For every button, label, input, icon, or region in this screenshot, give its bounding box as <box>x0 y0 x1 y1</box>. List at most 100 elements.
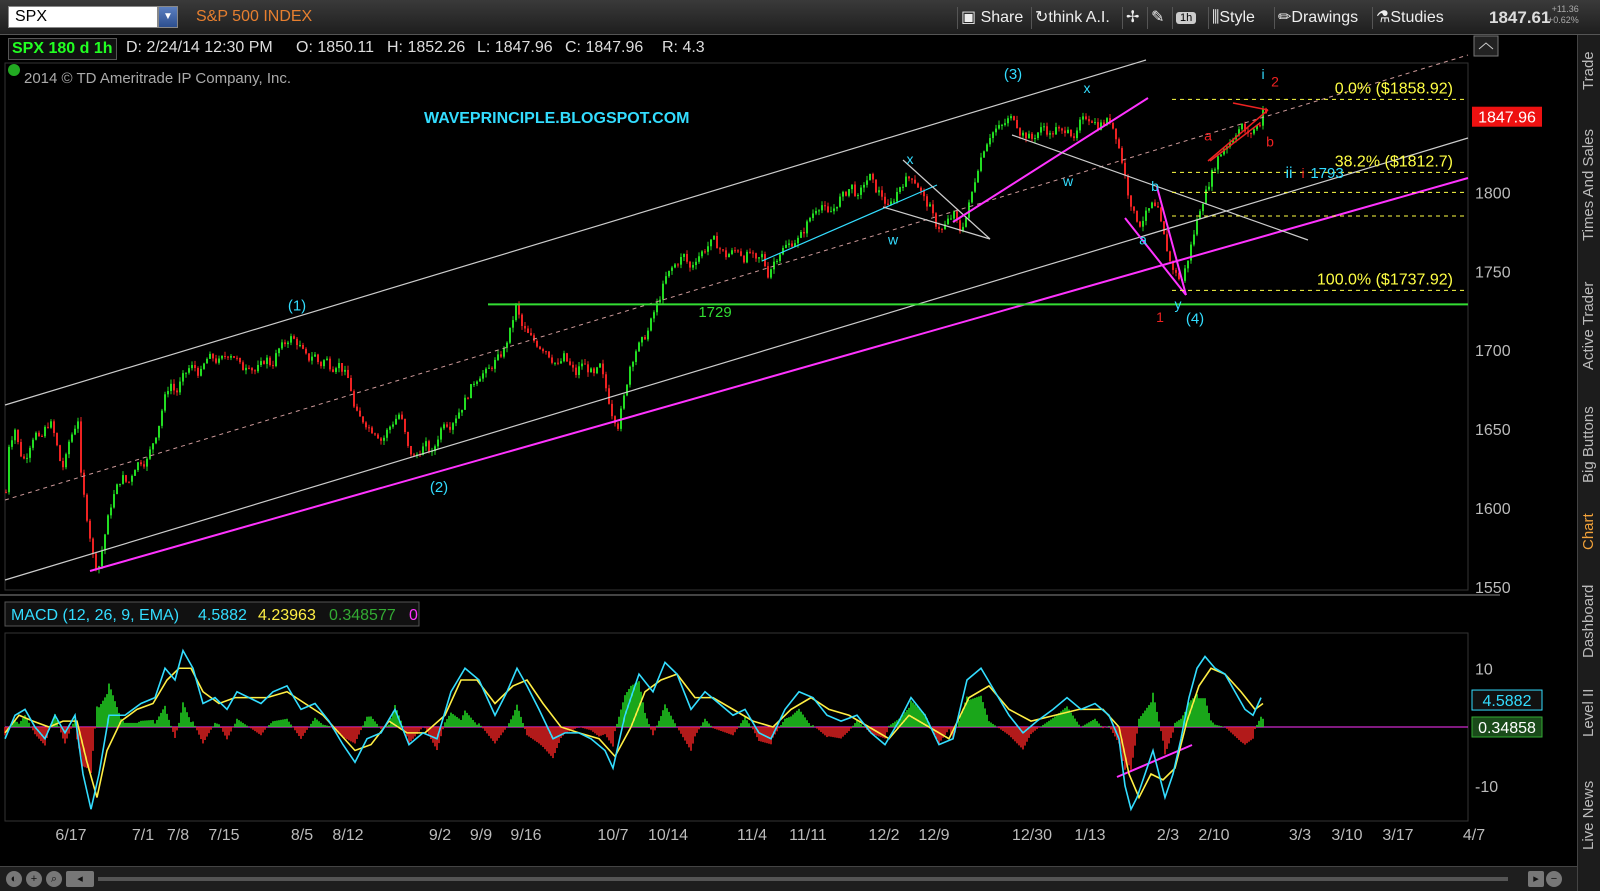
price-candle <box>1130 195 1132 207</box>
tab-dashboard[interactable]: Dashboard <box>1580 575 1600 667</box>
scroll-right-icon[interactable]: ▸ <box>1528 871 1544 887</box>
wave-label: 1793 <box>1310 165 1343 182</box>
price-candle <box>1037 132 1039 139</box>
tab-level-ii[interactable]: Level II <box>1580 681 1600 745</box>
price-candle <box>452 423 454 430</box>
symbol-dropdown-chevron-icon[interactable]: ▼ <box>158 6 178 28</box>
drawings-button[interactable]: ✏Drawings <box>1274 7 1361 29</box>
tab-big-buttons[interactable]: Big Buttons <box>1580 395 1600 495</box>
price-candle <box>122 475 124 484</box>
price-candle <box>680 257 682 265</box>
price-candle <box>602 363 604 375</box>
studies-label: Studies <box>1390 9 1444 26</box>
price-candle <box>269 357 271 366</box>
watermark-text: WAVEPRINCIPLE.BLOGSPOT.COM <box>424 110 690 127</box>
price-candle <box>353 391 355 407</box>
price-candle <box>191 365 193 369</box>
price-candle <box>917 183 919 188</box>
studies-button[interactable]: ⚗Studies <box>1372 7 1447 29</box>
price-candle <box>803 231 805 234</box>
price-candle <box>551 357 553 363</box>
price-candle <box>755 253 757 259</box>
share-button[interactable]: ▣ Share <box>957 7 1026 29</box>
tab-active-trader[interactable]: Active Trader <box>1580 271 1600 381</box>
info-icon[interactable] <box>8 64 20 76</box>
price-candle <box>845 191 847 196</box>
price-candle <box>587 364 589 373</box>
price-candle <box>506 342 508 348</box>
think-ai-button[interactable]: ↻think A.I. <box>1031 7 1113 29</box>
tab-trade[interactable]: Trade <box>1580 41 1600 101</box>
macd-label[interactable]: MACD (12, 26, 9, EMA) <box>11 607 179 624</box>
price-candle <box>839 196 841 207</box>
price-candle <box>545 351 547 353</box>
price-candle <box>818 210 820 212</box>
price-candle <box>332 369 334 372</box>
price-candle <box>1241 123 1243 130</box>
price-candle <box>326 358 328 361</box>
price-candle <box>89 520 91 539</box>
chart-canvas[interactable]: 0.0% ($1858.92) 38.2% ($1812.7) 100.0% ($1… <box>0 35 1577 866</box>
price-candle <box>554 362 556 364</box>
symbol-input[interactable]: SPX <box>8 6 158 28</box>
price-candle <box>683 253 685 258</box>
price-candle <box>443 424 445 429</box>
scrollbar-track[interactable] <box>98 877 1508 881</box>
price-candle <box>896 192 898 202</box>
price-candle <box>590 368 592 373</box>
style-button[interactable]: ⫼Style <box>1208 7 1258 29</box>
price-candle <box>1082 116 1084 120</box>
price-candle <box>173 383 175 391</box>
tab-times-and-sales[interactable]: Times And Sales <box>1580 115 1600 255</box>
scroll-left-icon[interactable]: ◂ <box>66 871 94 887</box>
price-candle <box>398 414 400 419</box>
timeframe-button[interactable]: 1h <box>1172 7 1199 29</box>
price-candle <box>149 449 151 459</box>
price-candle <box>677 264 679 266</box>
price-axis-tick: 1800 <box>1475 185 1511 202</box>
price-candle <box>317 354 319 363</box>
time-axis-tick: 9/9 <box>470 827 492 844</box>
zoom-in-icon[interactable]: + <box>26 871 42 887</box>
drawing-tools-icon[interactable]: ◐ <box>6 871 22 887</box>
crosshair-tool-button[interactable]: ✢ <box>1122 7 1142 29</box>
price-candle <box>374 433 376 435</box>
price-candle <box>1058 127 1060 129</box>
price-candle <box>665 276 667 284</box>
price-candle <box>464 397 466 410</box>
price-candle <box>581 363 583 367</box>
price-candle <box>932 204 934 214</box>
tab-live-news[interactable]: Live News <box>1580 765 1600 865</box>
chart-settings-button[interactable] <box>1473 35 1499 57</box>
price-candle <box>638 342 640 352</box>
price-candle <box>272 365 274 367</box>
price-candle <box>86 494 88 521</box>
price-candle <box>254 370 256 372</box>
price-candle <box>1031 133 1033 139</box>
zoom-icon[interactable]: ⌕ <box>46 871 62 887</box>
price-candle <box>11 440 13 447</box>
tools-button[interactable]: ✎ <box>1147 7 1167 29</box>
price-candle <box>74 428 76 435</box>
price-candle <box>734 250 736 252</box>
price-candle <box>359 410 361 417</box>
price-candle <box>707 246 709 252</box>
price-candle <box>887 203 889 205</box>
price-candle <box>20 442 22 457</box>
price-candle <box>611 403 613 417</box>
wave-label: 2 <box>1271 74 1279 90</box>
price-candle <box>1259 125 1261 127</box>
zoom-out-icon[interactable]: − <box>1546 871 1562 887</box>
time-axis-tick: 12/2 <box>868 827 899 844</box>
price-candle <box>488 367 490 369</box>
tab-chart[interactable]: Chart <box>1580 507 1600 557</box>
price-candle <box>1169 251 1171 262</box>
price-candle <box>980 157 982 171</box>
price-candle <box>221 355 223 359</box>
price-candle <box>1028 133 1030 139</box>
price-candle <box>482 373 484 379</box>
time-axis-tick: 1/13 <box>1074 827 1105 844</box>
price-candle <box>224 355 226 357</box>
price-candle <box>770 269 772 278</box>
price-candle <box>203 363 205 369</box>
